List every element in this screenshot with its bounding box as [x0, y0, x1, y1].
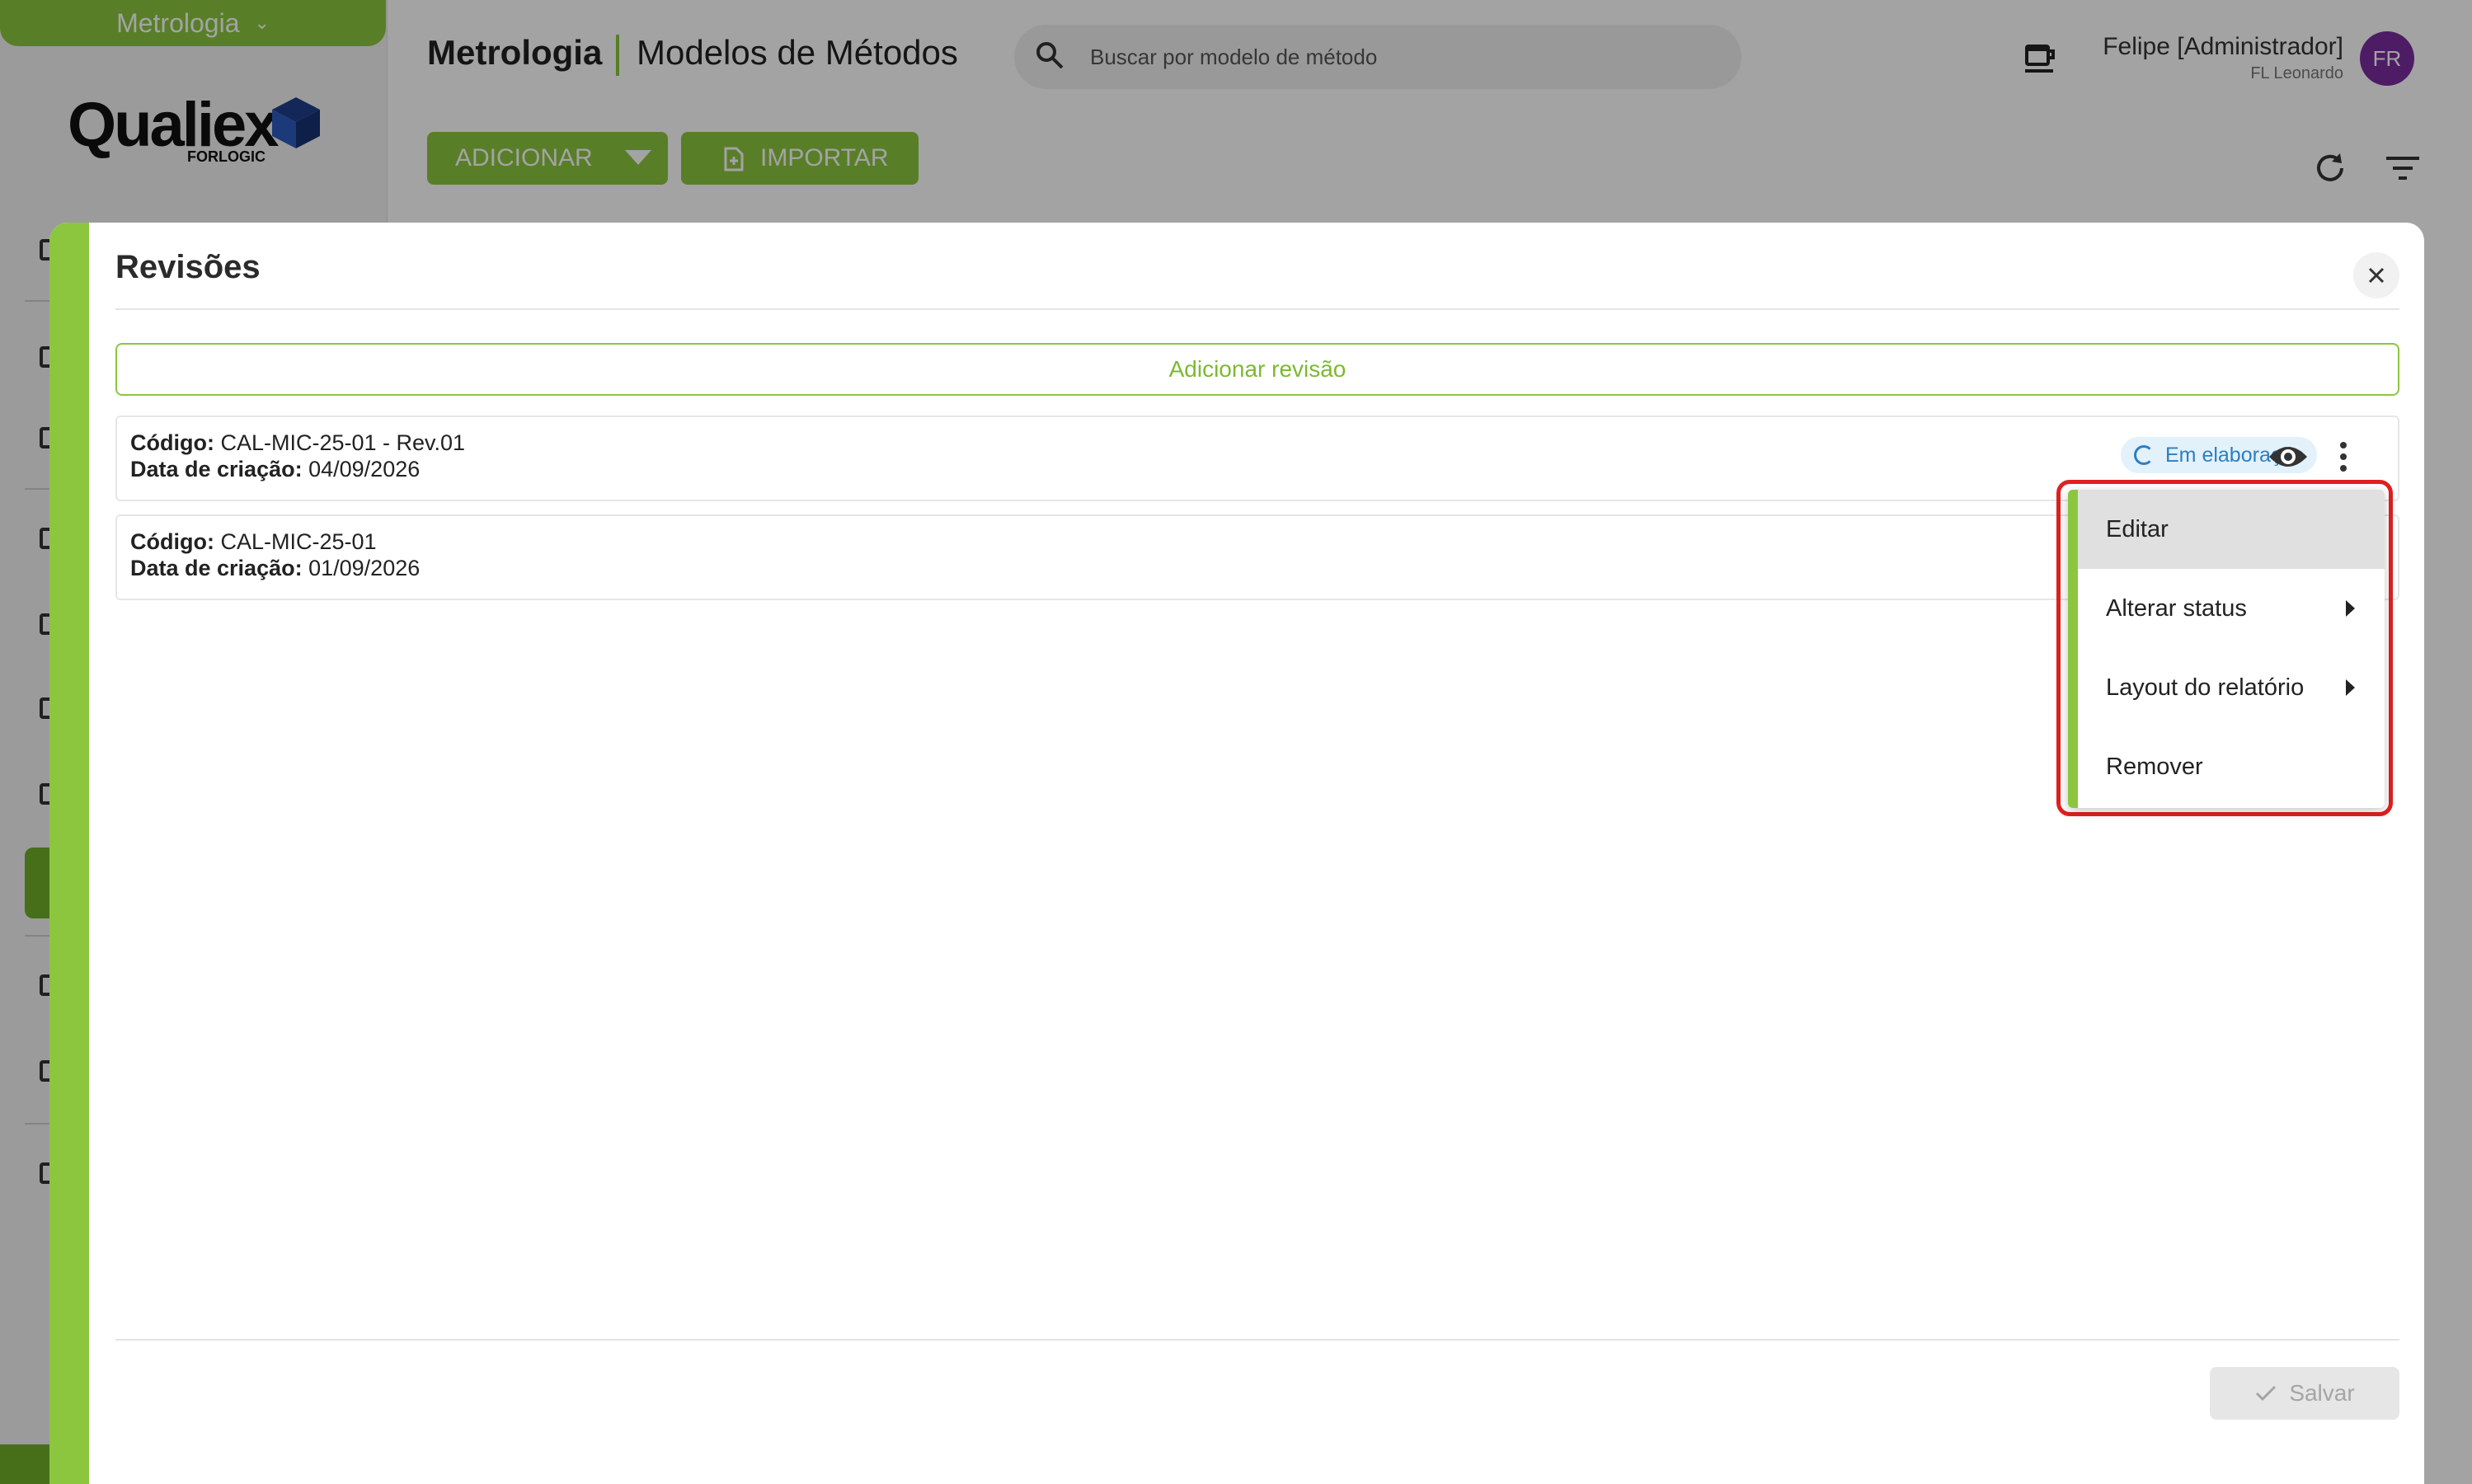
menu-item-remove[interactable]: Remover [2078, 727, 2385, 806]
menu-accent-bar [2068, 490, 2078, 808]
revision-code-label: Código: [130, 430, 214, 455]
modal-accent-bar [49, 223, 89, 1484]
eye-icon[interactable] [2268, 442, 2309, 472]
save-button[interactable]: Salvar [2210, 1367, 2399, 1420]
revision-code-value: CAL-MIC-25-01 - Rev.01 [220, 430, 466, 455]
menu-item-label: Alterar status [2106, 594, 2247, 622]
save-button-label: Salvar [2289, 1380, 2355, 1406]
add-revision-button[interactable]: Adicionar revisão [115, 343, 2399, 396]
modal-footer-divider [115, 1339, 2399, 1341]
menu-item-report-layout[interactable]: Layout do relatório [2078, 648, 2385, 727]
menu-item-label: Editar [2106, 515, 2169, 542]
revision-date-label: Data de criação: [130, 556, 303, 580]
revision-date: Data de criação: 04/09/2026 [130, 457, 420, 482]
close-button[interactable] [2353, 252, 2399, 298]
revision-date: Data de criação: 01/09/2026 [130, 556, 420, 581]
revision-date-value: 01/09/2026 [308, 556, 421, 580]
loading-icon [2134, 445, 2154, 465]
more-vertical-icon[interactable] [2335, 440, 2352, 473]
revision-code-value: CAL-MIC-25-01 [220, 529, 377, 554]
menu-item-change-status[interactable]: Alterar status [2078, 569, 2385, 648]
submenu-arrow-icon [2346, 679, 2355, 696]
submenu-arrow-icon [2346, 600, 2355, 617]
close-icon [2368, 267, 2385, 284]
revisions-modal: Revisões Adicionar revisão Código: CAL-M… [49, 223, 2424, 1484]
modal-header-divider [115, 308, 2399, 310]
revision-code: Código: CAL-MIC-25-01 [130, 529, 377, 555]
check-icon [2256, 1385, 2277, 1402]
revision-date-label: Data de criação: [130, 457, 303, 481]
menu-item-label: Remover [2106, 753, 2203, 780]
revision-context-menu: Editar Alterar status Layout do relatóri… [2068, 490, 2385, 808]
revision-date-value: 04/09/2026 [308, 457, 421, 481]
revision-code-label: Código: [130, 529, 214, 554]
modal-title: Revisões [115, 249, 261, 285]
menu-item-edit[interactable]: Editar [2078, 490, 2385, 569]
revision-code: Código: CAL-MIC-25-01 - Rev.01 [130, 430, 465, 456]
menu-item-label: Layout do relatório [2106, 674, 2305, 701]
